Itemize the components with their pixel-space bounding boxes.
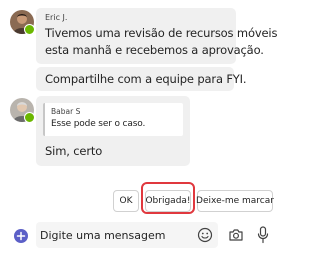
presence-available-icon — [24, 112, 35, 123]
add-circle-icon[interactable] — [14, 228, 28, 243]
suggested-reply-obrigada[interactable]: Obrigada! — [145, 190, 191, 212]
message-text-line: Sim, certo — [45, 144, 103, 158]
quoted-message[interactable]: Babar S Esse pode ser o caso. — [43, 103, 183, 136]
suggested-reply-label: Obrigada! — [145, 196, 191, 206]
message-text-line: Tivemos uma revisão de recursos móveis — [45, 26, 278, 40]
camera-icon[interactable] — [228, 227, 244, 243]
suggested-reply-deixe-me-marcar[interactable]: Deixe-me marcar — [196, 190, 274, 212]
message-bubble: Compartilhe com a equipe para FYI. — [36, 67, 247, 91]
emoji-icon[interactable] — [197, 227, 213, 243]
microphone-icon[interactable] — [256, 226, 270, 244]
presence-available-icon — [24, 24, 35, 35]
message-text-line: esta manhã e recebemos a aprovação. — [45, 43, 264, 57]
message-input[interactable] — [40, 224, 180, 246]
suggested-reply-label: OK — [119, 196, 133, 206]
suggested-reply-label: Deixe-me marcar — [196, 196, 274, 206]
message-bubble: Eric J. Tivemos uma revisão de recursos … — [36, 8, 277, 64]
message-bubble: Babar S Esse pode ser o caso. Sim, certo — [36, 96, 190, 166]
quoted-text: Esse pode ser o caso. — [51, 119, 146, 129]
message-text-line: Compartilhe com a equipe para FYI. — [45, 72, 247, 86]
message-sender: Eric J. — [45, 13, 68, 22]
compose-box[interactable] — [36, 222, 218, 248]
suggested-reply-ok[interactable]: OK — [113, 190, 139, 212]
quoted-author: Babar S — [51, 107, 81, 116]
